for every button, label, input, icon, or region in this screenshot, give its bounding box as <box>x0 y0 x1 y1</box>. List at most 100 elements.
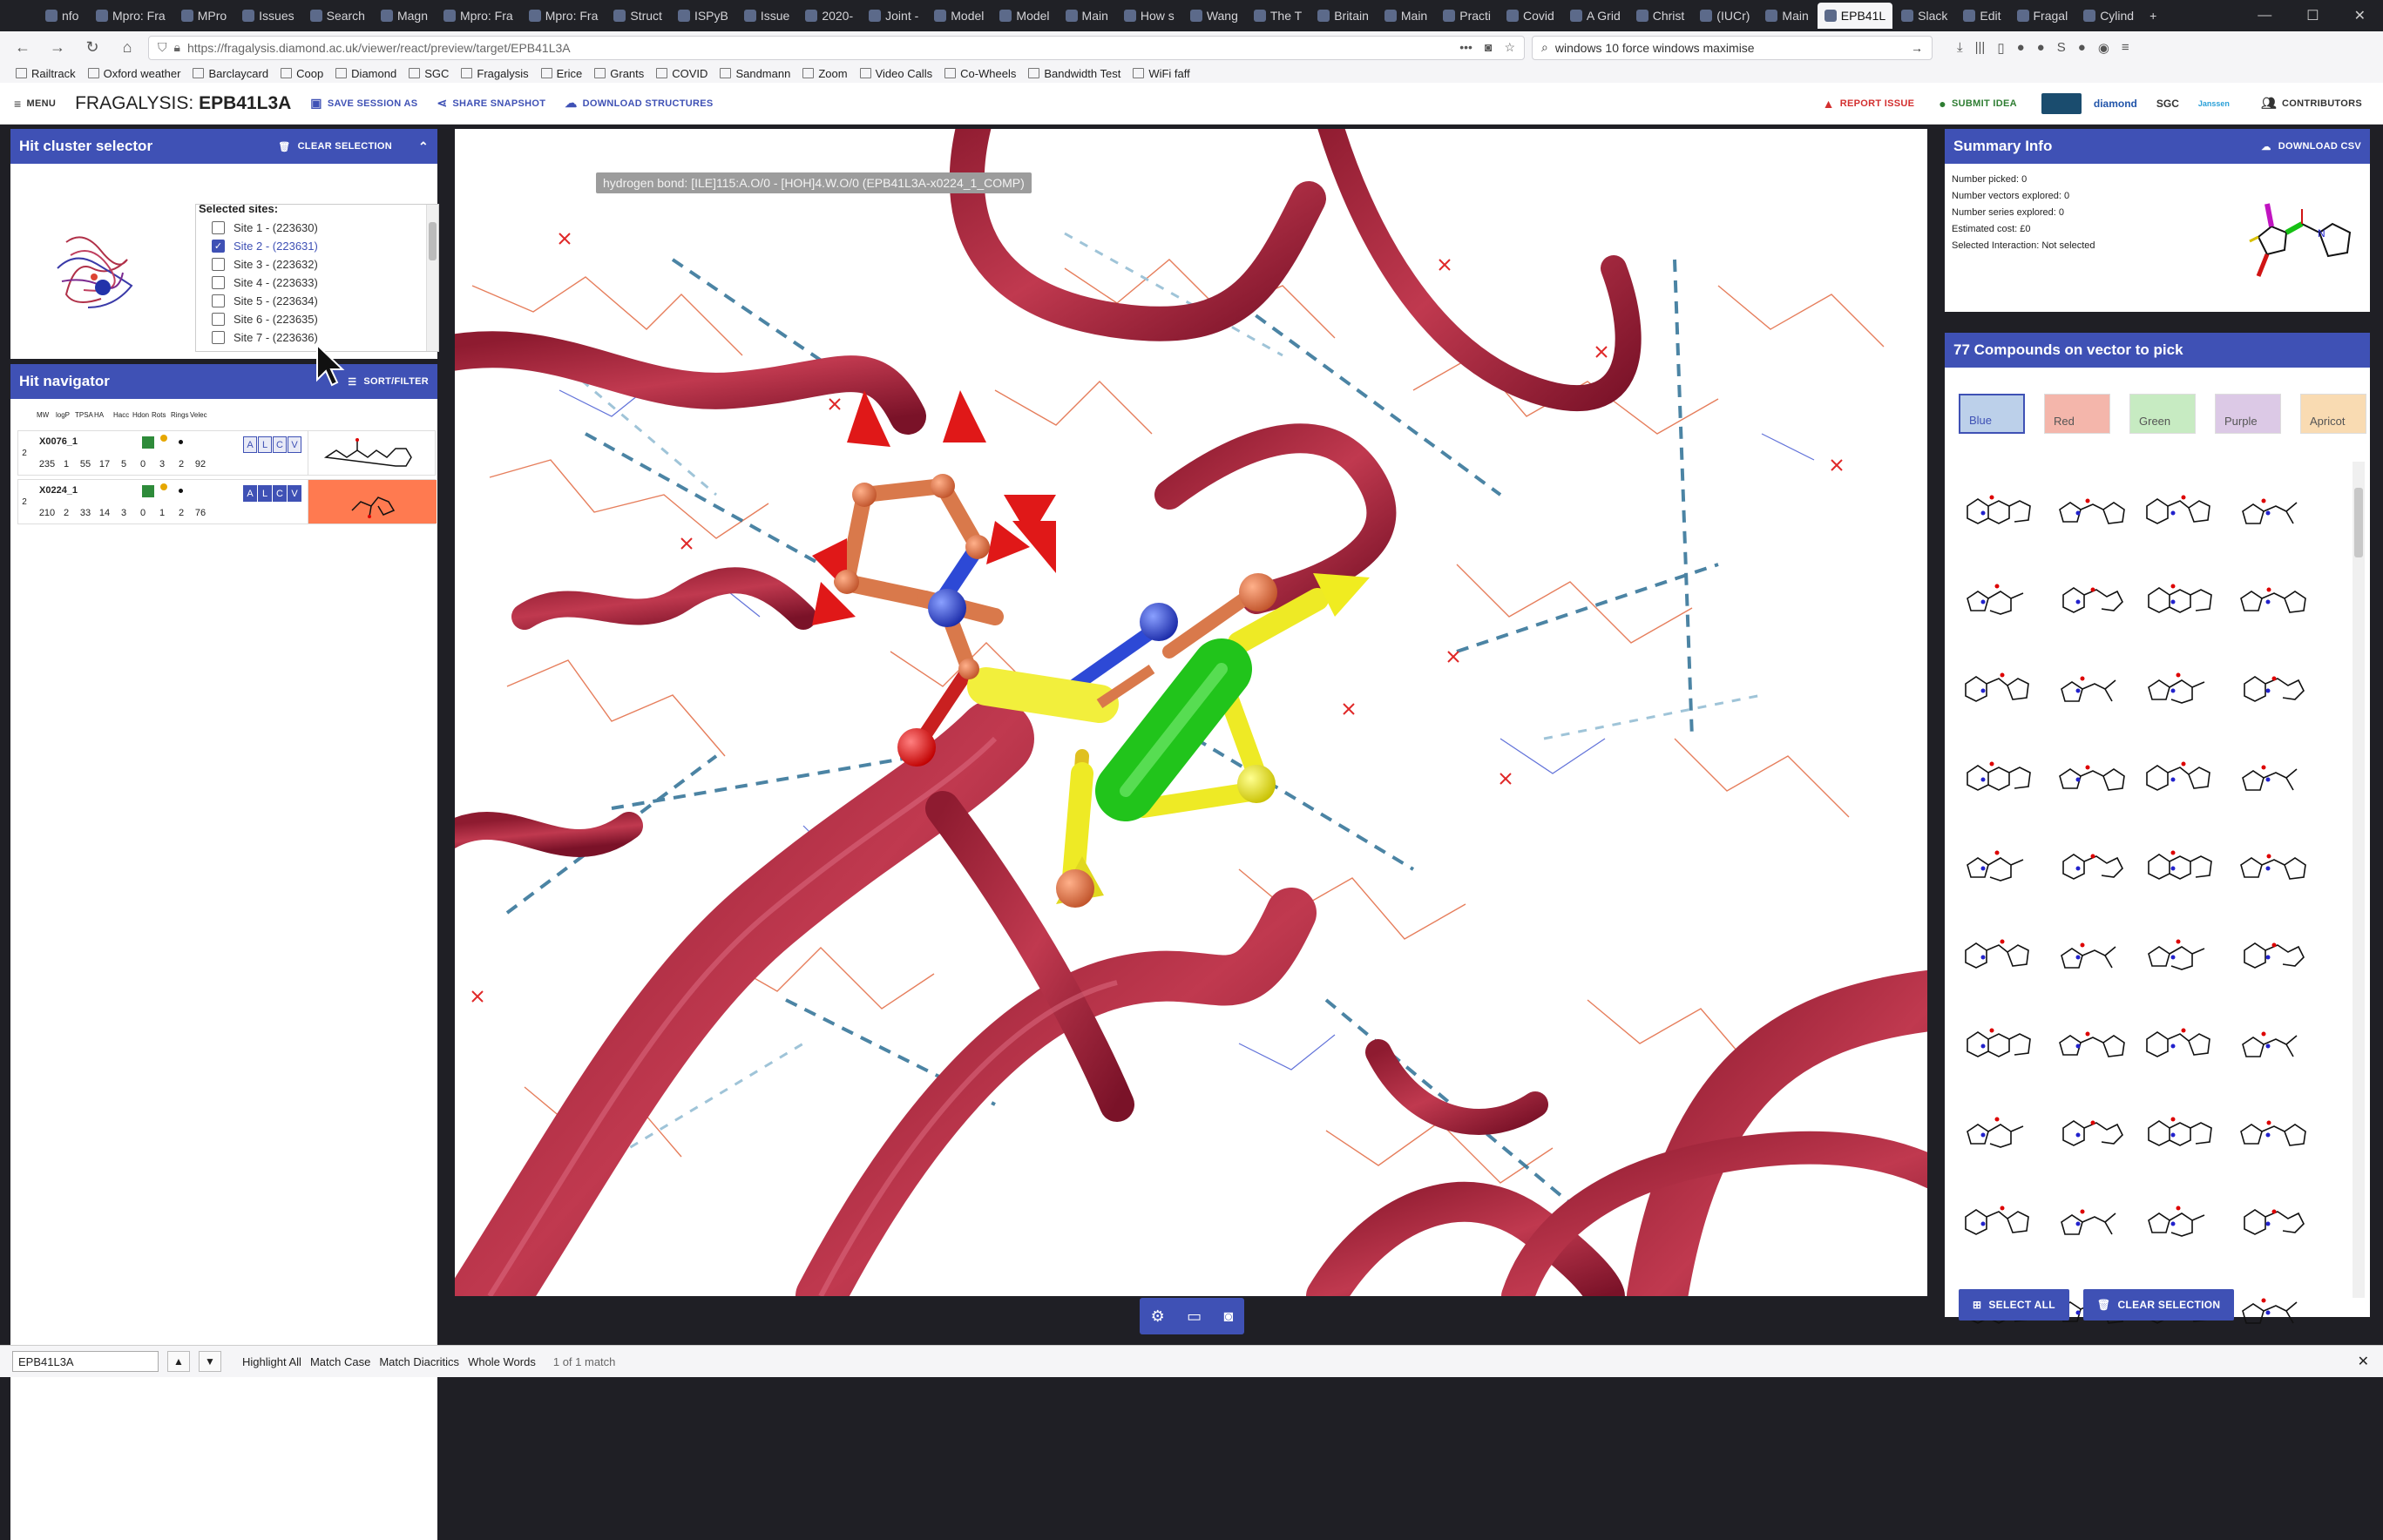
bookmark-item[interactable]: SGC <box>409 67 449 80</box>
browser-tab[interactable]: MPro <box>174 3 234 29</box>
browser-tab[interactable]: Britain <box>1310 3 1376 29</box>
site-checkbox[interactable] <box>212 294 225 307</box>
match-case-option[interactable]: Match Case <box>310 1355 370 1368</box>
chevron-up-icon[interactable]: ⌃ <box>418 139 429 154</box>
highlight-all-option[interactable]: Highlight All <box>242 1355 301 1368</box>
site-checkbox[interactable] <box>212 276 225 289</box>
browser-tab[interactable]: Fragal <box>2010 3 2075 29</box>
bookmark-item[interactable]: COVID <box>656 67 707 80</box>
compound-option[interactable] <box>2044 995 2135 1084</box>
compound-option[interactable] <box>2135 550 2225 639</box>
settings-icon[interactable]: ⚙ <box>1151 1307 1165 1326</box>
bookmark-item[interactable]: Grants <box>594 67 644 80</box>
search-bar[interactable]: ⌕ windows 10 force windows maximise → <box>1532 35 1933 60</box>
toggle-a-button[interactable]: A <box>243 436 257 453</box>
browser-tab[interactable]: EPB41L <box>1817 3 1893 29</box>
download-icon[interactable]: ⤓ <box>1957 40 1963 56</box>
submit-idea-button[interactable]: ● SUBMIT IDEA <box>1939 97 2017 111</box>
reload-icon[interactable]: ↻ <box>78 36 106 60</box>
sort-filter-button[interactable]: ☰ SORT/FILTER <box>348 376 429 388</box>
home-icon[interactable]: ⌂ <box>113 36 141 60</box>
browser-tab[interactable]: Main <box>1059 3 1115 29</box>
pocket-icon[interactable]: ◙ <box>1485 40 1492 55</box>
compound-option[interactable] <box>2135 462 2225 550</box>
mouse-icon[interactable]: ◙ <box>1223 1307 1233 1326</box>
site-checkbox[interactable] <box>212 221 225 234</box>
browser-tab[interactable]: Wang <box>1183 3 1245 29</box>
browser-tab[interactable]: Edit <box>1956 3 2007 29</box>
compound-option[interactable] <box>2225 1172 2316 1261</box>
save-session-button[interactable]: ▣ SAVE SESSION AS <box>310 96 417 111</box>
compound-option[interactable] <box>2135 906 2225 995</box>
site-item[interactable]: Site 4 - (223633) <box>196 274 438 292</box>
browser-tab[interactable]: Model <box>992 3 1056 29</box>
compound-option[interactable] <box>1953 728 2044 817</box>
site-item[interactable]: Site 3 - (223632) <box>196 255 438 274</box>
site-item[interactable]: Site 1 - (223630) <box>196 219 438 237</box>
compound-option[interactable] <box>2225 728 2316 817</box>
molecule-viewer[interactable]: hydrogen bond: [ILE]115:A.O/0 - [HOH]4.W… <box>455 129 1927 1296</box>
toggle-v-button[interactable]: V <box>288 485 301 502</box>
contributors-button[interactable]: 👥︎ CONTRIBUTORS <box>2261 96 2362 111</box>
bookmark-item[interactable]: Railtrack <box>16 67 76 80</box>
bookmark-item[interactable]: Diamond <box>335 67 396 80</box>
hamburger-menu-icon[interactable]: ≡ <box>2122 40 2129 56</box>
browser-tab[interactable]: Covid <box>1500 3 1561 29</box>
browser-tab[interactable]: Main <box>1758 3 1815 29</box>
compound-option[interactable] <box>2225 1084 2316 1172</box>
more-icon[interactable]: ••• <box>1459 40 1472 55</box>
browser-tab[interactable]: Mpro: Fra <box>522 3 606 29</box>
browser-tab[interactable]: Mpro: Fra <box>89 3 173 29</box>
browser-tab[interactable]: Slack <box>1894 3 1954 29</box>
find-next-icon[interactable]: ▼ <box>199 1351 221 1372</box>
browser-tab[interactable]: Main <box>1378 3 1434 29</box>
minimize-icon[interactable]: — <box>2240 8 2289 24</box>
whole-words-option[interactable]: Whole Words <box>468 1355 536 1368</box>
protein-structure-render[interactable] <box>455 129 1927 1296</box>
bookmark-item[interactable]: Sandmann <box>720 67 790 80</box>
browser-tab[interactable]: Issues <box>235 3 301 29</box>
compound-thumbnail[interactable] <box>308 431 437 475</box>
browser-tab[interactable]: Model <box>927 3 991 29</box>
bookmark-item[interactable]: WiFi faff <box>1133 67 1190 80</box>
bookmark-item[interactable]: Erice <box>540 67 582 80</box>
clear-selection-button[interactable]: 🗑︎ CLEAR SELECTION ⌃ <box>278 139 429 154</box>
compound-option[interactable] <box>1953 995 2044 1084</box>
select-all-button[interactable]: ⊞ SELECT ALL <box>1959 1289 2069 1320</box>
site-checkbox[interactable]: ✓ <box>212 240 225 253</box>
compound-option[interactable] <box>2044 550 2135 639</box>
back-icon[interactable]: ← <box>9 36 37 60</box>
compound-option[interactable] <box>2225 906 2316 995</box>
compound-option[interactable] <box>2135 728 2225 817</box>
bookmark-item[interactable]: Zoom <box>802 67 848 80</box>
find-previous-icon[interactable]: ▲ <box>167 1351 190 1372</box>
bookmark-item[interactable]: Fragalysis <box>461 67 529 80</box>
compound-option[interactable] <box>2225 550 2316 639</box>
compound-option[interactable] <box>1953 462 2044 550</box>
color-select-button[interactable]: Red <box>2044 394 2110 434</box>
hit-compound-row[interactable]: 2 X0224_1 210 2 33 14 3 0 1 2 76 A L C V <box>17 479 437 524</box>
download-structures-button[interactable]: ☁ DOWNLOAD STRUCTURES <box>565 96 713 111</box>
compound-option[interactable] <box>2044 1172 2135 1261</box>
toggle-l-button[interactable]: L <box>258 485 272 502</box>
compound-option[interactable] <box>2135 995 2225 1084</box>
go-arrow-icon[interactable]: → <box>1911 41 1923 55</box>
bookmark-item[interactable]: Coop <box>281 67 323 80</box>
compound-option[interactable] <box>1953 817 2044 906</box>
close-window-icon[interactable]: ✕ <box>2337 7 2383 24</box>
display-icon[interactable]: ▭ <box>1187 1307 1202 1326</box>
compound-option[interactable] <box>2225 817 2316 906</box>
sidebar-icon[interactable]: ▯ <box>1997 40 2004 56</box>
browser-tab[interactable]: A Grid <box>1563 3 1628 29</box>
browser-tab[interactable]: 2020- <box>798 3 860 29</box>
bookmark-item[interactable]: Oxford weather <box>87 67 180 80</box>
find-input[interactable]: EPB41L3A <box>12 1351 159 1372</box>
close-find-icon[interactable]: ✕ <box>2358 1353 2369 1370</box>
compound-option[interactable] <box>2044 1084 2135 1172</box>
browser-tab[interactable]: Practi <box>1436 3 1498 29</box>
compound-option[interactable] <box>1953 906 2044 995</box>
browser-tab[interactable]: nfo <box>38 3 87 29</box>
browser-tab[interactable]: (IUCr) <box>1693 3 1757 29</box>
compound-option[interactable] <box>2044 639 2135 728</box>
bookmark-item[interactable]: Co-Wheels <box>944 67 1016 80</box>
